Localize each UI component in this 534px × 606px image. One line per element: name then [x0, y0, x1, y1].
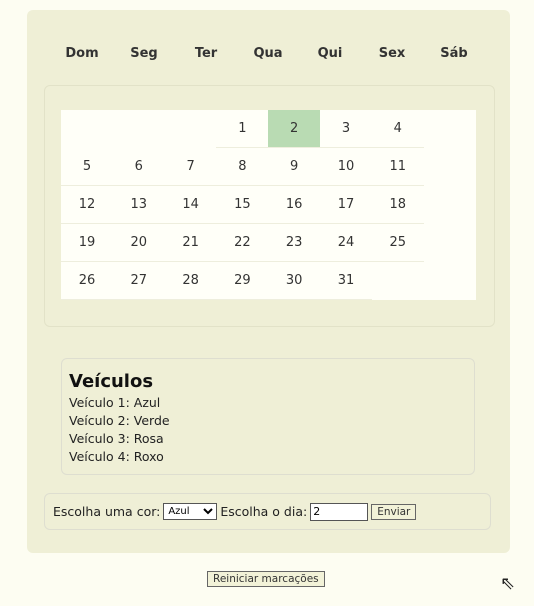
weekday-header: Qua: [253, 46, 283, 61]
calendar-day[interactable]: 16: [268, 186, 321, 224]
calendar-day[interactable]: 22: [216, 224, 269, 262]
day-label: Escolha o dia:: [220, 504, 308, 519]
calendar-day[interactable]: 5: [61, 148, 113, 186]
calendar-day[interactable]: 19: [61, 224, 113, 262]
calendar-day[interactable]: 6: [112, 148, 165, 186]
vehicle-item: Veículo 1: Azul: [69, 395, 161, 410]
weekday-header: Sáb: [440, 46, 468, 61]
calendar-day[interactable]: 15: [216, 186, 269, 224]
calendar-day[interactable]: 4: [371, 110, 424, 148]
calendar-day[interactable]: 18: [371, 186, 424, 224]
calendar-day[interactable]: 9: [268, 148, 321, 186]
calendar-day[interactable]: 29: [216, 262, 269, 300]
calendar-day[interactable]: 26: [61, 262, 113, 300]
weekday-header: Qui: [317, 46, 343, 61]
weekday-header: Dom: [65, 46, 99, 61]
vehicle-item: Veículo 3: Rosa: [69, 431, 164, 446]
color-label: Escolha uma cor:: [53, 504, 161, 519]
calendar-day[interactable]: 10: [320, 148, 372, 186]
calendar-day[interactable]: 8: [216, 148, 269, 186]
calendar-day[interactable]: 31: [320, 262, 372, 300]
weekday-header: Sex: [378, 46, 406, 61]
reset-button[interactable]: Reiniciar marcações: [207, 571, 325, 587]
calendar-day[interactable]: 17: [320, 186, 372, 224]
calendar-day[interactable]: 12: [61, 186, 113, 224]
calendar-day[interactable]: 30: [268, 262, 321, 300]
calendar-grid: 1 2 3 4 5 6 7 8 9 10 11 12 13 14 15 16 17 18 19 20 21 22 23 24 2…: [61, 110, 476, 300]
vehicle-item: Veículo 2: Verde: [69, 413, 170, 428]
submit-button[interactable]: Enviar: [371, 503, 417, 520]
calendar-day[interactable]: 14: [164, 186, 217, 224]
calendar-day[interactable]: 13: [112, 186, 165, 224]
calendar-day[interactable]: 20: [112, 224, 165, 262]
calendar-day[interactable]: 21: [164, 224, 217, 262]
vehicles-title: Veículos: [69, 371, 154, 392]
calendar-day[interactable]: 7: [164, 148, 217, 186]
color-select[interactable]: Azul: [163, 503, 218, 520]
calendar-day[interactable]: 11: [371, 148, 424, 186]
weekday-header: Ter: [194, 46, 218, 61]
vehicle-item: Veículo 4: Roxo: [69, 449, 164, 464]
calendar-day[interactable]: 28: [164, 262, 217, 300]
day-input[interactable]: [310, 502, 369, 521]
calendar-day[interactable]: 1: [216, 110, 269, 148]
calendar-day[interactable]: 25: [371, 224, 424, 262]
calendar-day[interactable]: 27: [112, 262, 165, 300]
calendar-day[interactable]: 23: [268, 224, 321, 262]
mark-form: Escolha uma cor: Azul Escolha o dia: Env…: [44, 493, 491, 530]
mouse-cursor-icon: ⇖: [500, 573, 516, 594]
calendar-day[interactable]: 24: [320, 224, 372, 262]
weekday-header: Seg: [130, 46, 158, 61]
vehicles-panel: Veículos Veículo 1: Azul Veículo 2: Verd…: [61, 358, 475, 475]
calendar-day[interactable]: 3: [320, 110, 372, 148]
calendar-day[interactable]: 2: [268, 110, 321, 148]
